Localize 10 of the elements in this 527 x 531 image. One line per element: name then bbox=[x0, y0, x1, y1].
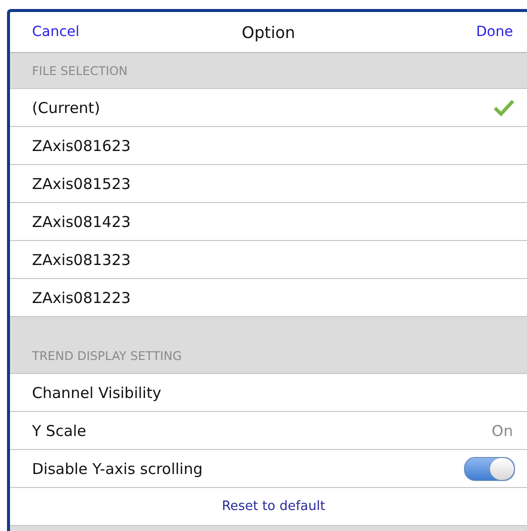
reset-button[interactable]: Reset to default bbox=[222, 499, 326, 514]
setting-label: Disable Y-axis scrolling bbox=[32, 460, 203, 478]
section-header: TREND DISPLAY SETTING bbox=[32, 349, 182, 363]
cancel-button[interactable]: Cancel bbox=[32, 24, 80, 40]
section-header: FILE SELECTION bbox=[32, 64, 128, 78]
setting-label: Y Scale bbox=[32, 422, 86, 440]
toggle-switch[interactable] bbox=[464, 456, 515, 480]
dialog-title: Option bbox=[242, 22, 296, 42]
done-button[interactable]: Done bbox=[476, 24, 513, 40]
setting-value: On bbox=[492, 422, 514, 440]
